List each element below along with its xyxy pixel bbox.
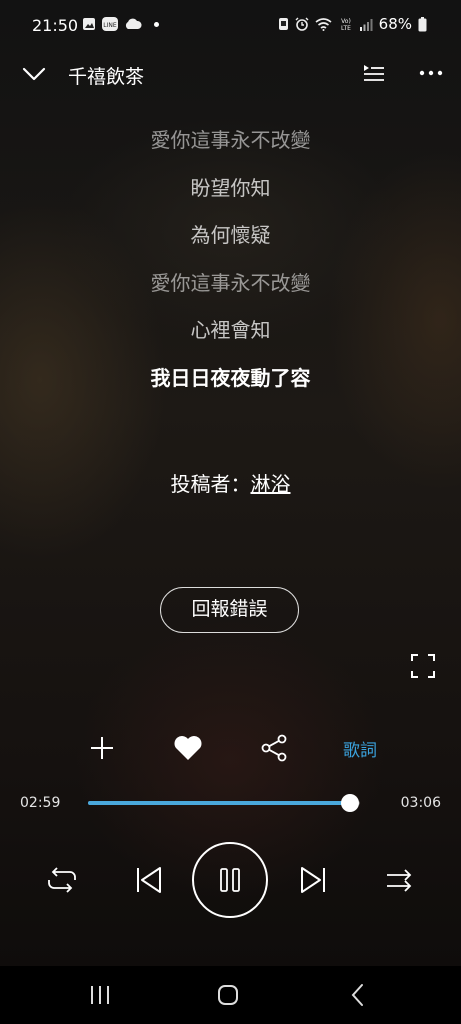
lyric-line: 心裡會知 <box>190 318 271 342</box>
lyric-line: 為何懷疑 <box>190 223 271 247</box>
player-header: 千禧飲茶 <box>0 52 461 96</box>
status-bar: 21:50 LINE Vo) LTE 68% <box>0 0 461 52</box>
status-time: 21:50 <box>32 16 79 35</box>
battery-percent: 68% <box>378 15 412 33</box>
seek-bar[interactable] <box>88 794 360 812</box>
status-left-icons: LINE <box>82 17 159 31</box>
playback-progress: 02:59 03:06 <box>0 790 461 818</box>
previous-track-icon[interactable] <box>134 864 164 896</box>
fullscreen-icon[interactable] <box>410 653 436 679</box>
repeat-icon[interactable] <box>46 866 78 894</box>
seek-thumb[interactable] <box>340 794 359 812</box>
svg-text:LTE: LTE <box>341 25 351 31</box>
lyric-line: 愛你這事永不改變 <box>150 270 311 295</box>
contributor-name-link[interactable]: 淋浴 <box>251 472 291 496</box>
total-time: 03:06 <box>400 795 441 811</box>
line-app-icon: LINE <box>102 17 118 31</box>
status-right-icons: Vo) LTE 68% <box>278 15 427 33</box>
share-icon[interactable] <box>256 730 292 766</box>
playlist-icon[interactable] <box>361 60 387 86</box>
lyrics-view[interactable]: 愛你這事永不改變 盼望你知 為何懷疑 愛你這事永不改變 心裡會知 我日日夜夜動了… <box>0 122 461 407</box>
back-icon[interactable] <box>342 980 374 1010</box>
home-icon[interactable] <box>212 980 244 1010</box>
lyrics-tab[interactable]: 歌詞 <box>343 736 377 761</box>
contributor-label: 投稿者： <box>170 472 251 496</box>
svg-text:LINE: LINE <box>103 22 117 29</box>
system-navigation-bar <box>0 966 461 1024</box>
heart-icon[interactable] <box>170 730 206 766</box>
nfc-icon <box>278 18 288 30</box>
lyric-line: 盼望你知 <box>190 175 271 200</box>
pause-icon <box>220 868 240 892</box>
gallery-icon <box>83 18 95 30</box>
cloud-icon <box>125 18 142 29</box>
current-time: 02:59 <box>20 795 61 811</box>
seek-bar-fill <box>88 801 350 805</box>
more-options-icon[interactable] <box>417 60 445 86</box>
alarm-icon <box>295 17 309 31</box>
playback-controls <box>0 840 461 920</box>
svg-text:Vo): Vo) <box>341 18 351 25</box>
play-order-icon[interactable] <box>384 866 414 894</box>
current-lyric-line: 我日日夜夜動了容 <box>150 365 311 390</box>
next-track-icon[interactable] <box>298 864 328 896</box>
action-row: 歌詞 <box>0 730 461 766</box>
volte-icon: Vo)LTE <box>341 18 351 31</box>
battery-icon <box>418 16 427 31</box>
lyric-line: 愛你這事永不改變 <box>150 128 311 152</box>
pause-button[interactable] <box>192 842 268 918</box>
recent-apps-icon[interactable] <box>84 980 116 1010</box>
chevron-down-icon[interactable] <box>20 60 48 88</box>
report-error-button[interactable]: 回報錯誤 <box>160 587 299 633</box>
song-title: 千禧飲茶 <box>68 66 145 88</box>
signal-icon <box>359 18 373 31</box>
add-icon[interactable] <box>84 730 120 766</box>
dot-icon <box>154 21 159 27</box>
lyrics-contributor: 投稿者：淋浴 <box>0 468 461 497</box>
wifi-icon <box>315 17 332 31</box>
